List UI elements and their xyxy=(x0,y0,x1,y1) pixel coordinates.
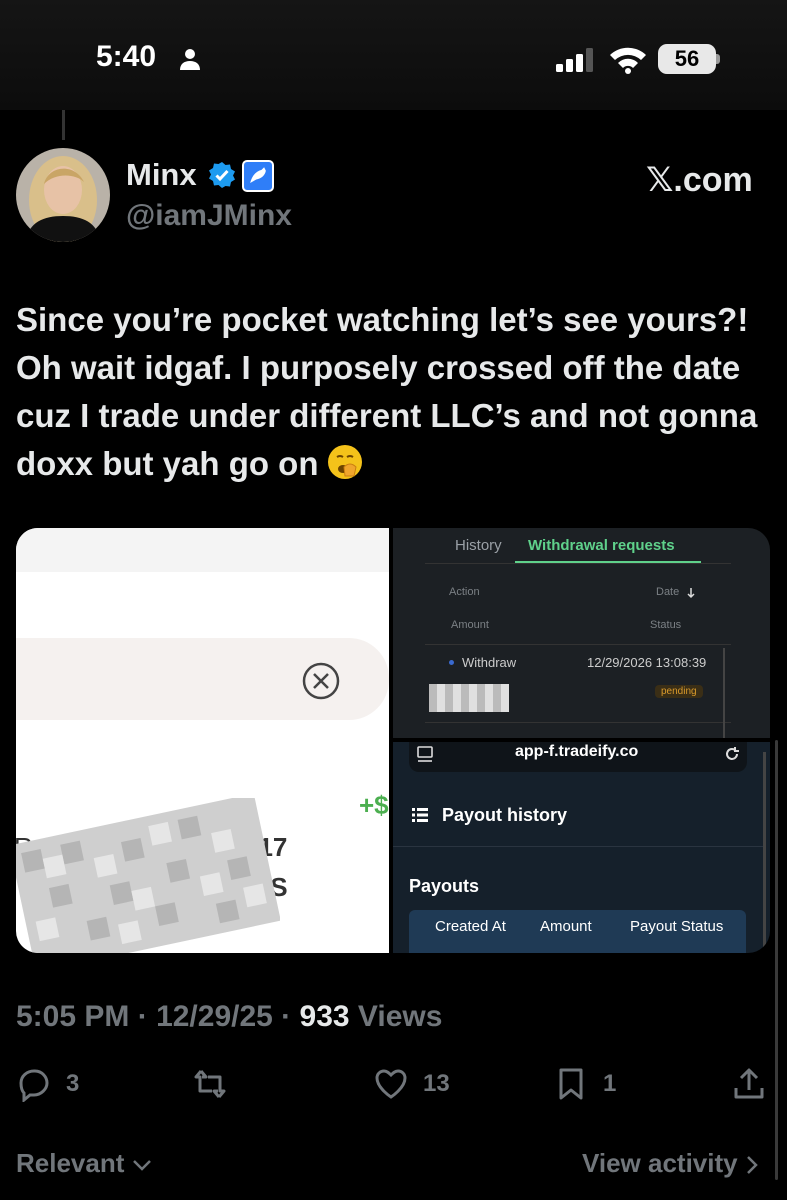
repost-icon xyxy=(194,1070,226,1098)
bookmark-icon xyxy=(559,1068,583,1100)
row-action: Withdraw xyxy=(462,655,517,670)
header-divider xyxy=(425,644,731,645)
status-badge: pending xyxy=(655,685,703,698)
like-button[interactable]: 13 xyxy=(373,1066,450,1102)
thread-line xyxy=(62,110,65,140)
chevron-right-icon xyxy=(746,1156,758,1175)
media-image-2[interactable]: History Withdrawal requests Action Date … xyxy=(393,528,770,738)
col-payout-status: Payout Status xyxy=(630,918,724,935)
like-count: 13 xyxy=(423,1070,450,1097)
tab-withdrawal-requests: Withdrawal requests xyxy=(528,537,675,554)
person-icon xyxy=(180,49,200,70)
heart-icon xyxy=(375,1069,407,1099)
col-date: Date xyxy=(656,586,680,598)
yawning-face-emoji-icon xyxy=(327,445,362,479)
section-divider xyxy=(393,846,763,847)
row-divider xyxy=(425,722,731,723)
col-amount: Amount xyxy=(451,619,489,631)
battery-indicator: 56 xyxy=(658,44,716,74)
payout-history-heading: Payout history xyxy=(442,805,568,825)
chevron-down-icon xyxy=(132,1160,151,1171)
battery-nub xyxy=(716,54,720,64)
tweet-body: Since you’re pocket watching let’s see y… xyxy=(16,301,758,482)
views-count: 933 xyxy=(299,1000,350,1033)
tab-divider xyxy=(425,563,731,564)
inner-scrollbar-2 xyxy=(763,752,766,952)
col-amount-payout: Amount xyxy=(540,918,592,935)
share-button[interactable] xyxy=(731,1066,767,1102)
reply-count: 3 xyxy=(66,1070,80,1097)
row-dot xyxy=(449,660,454,665)
author-handle[interactable]: @iamJMinx xyxy=(126,199,292,233)
redacted-amount xyxy=(429,684,509,712)
url-text: app-f.tradeify.co xyxy=(515,743,639,760)
payouts-heading: Payouts xyxy=(409,876,480,896)
amount-plus: +$ xyxy=(359,790,389,820)
col-action: Action xyxy=(449,586,480,598)
bookmark-button[interactable]: 1 xyxy=(553,1066,616,1102)
tweet-date: 12/29/25 xyxy=(156,1000,273,1033)
wifi-icon xyxy=(610,47,646,74)
affiliate-badge-icon[interactable] xyxy=(242,160,274,192)
app-header-strip xyxy=(16,528,389,572)
view-activity-label: View activity xyxy=(582,1148,738,1178)
clear-circle-icon xyxy=(302,662,340,700)
status-time: 5:40 xyxy=(96,40,157,73)
reply-button[interactable]: 3 xyxy=(16,1066,79,1102)
media-grid[interactable]: +$ R 855 217 GS History xyxy=(16,528,770,953)
views-label[interactable]: Views xyxy=(358,1000,443,1033)
tabs-icon xyxy=(417,746,433,762)
share-icon xyxy=(734,1068,764,1099)
inner-scrollbar xyxy=(723,648,725,738)
source-label: 𝕏.com xyxy=(646,161,753,199)
page-scrollbar[interactable] xyxy=(775,740,778,1180)
repost-button[interactable] xyxy=(192,1066,242,1102)
tweet-text: Since you’re pocket watching let’s see y… xyxy=(16,296,776,488)
pixelated-redaction xyxy=(16,798,280,953)
tab-history: History xyxy=(455,537,502,554)
view-activity-link[interactable]: View activity xyxy=(582,1148,759,1179)
col-created-at: Created At xyxy=(435,918,506,935)
reload-icon xyxy=(726,747,739,760)
media-image-3[interactable]: app-f.tradeify.co Payout history Payouts… xyxy=(393,742,770,953)
bookmark-count: 1 xyxy=(603,1070,617,1097)
col-status: Status xyxy=(650,619,682,631)
tweet-meta: 5:05 PM · 12/29/25 · 933 Views xyxy=(16,1000,443,1033)
sort-label: Relevant xyxy=(16,1148,125,1178)
reply-icon xyxy=(19,1069,49,1102)
list-icon xyxy=(412,808,428,822)
tweet-time: 5:05 PM xyxy=(16,1000,130,1033)
row-date: 12/29/2026 13:08:39 xyxy=(587,655,707,670)
cellular-signal-icon xyxy=(556,48,593,72)
verified-badge-icon xyxy=(209,162,235,188)
avatar[interactable] xyxy=(16,148,110,242)
author-name[interactable]: Minx xyxy=(126,157,197,193)
sort-dropdown[interactable]: Relevant xyxy=(16,1148,152,1179)
media-image-1[interactable]: +$ R 855 217 GS xyxy=(16,528,389,953)
sort-down-icon xyxy=(687,588,695,599)
